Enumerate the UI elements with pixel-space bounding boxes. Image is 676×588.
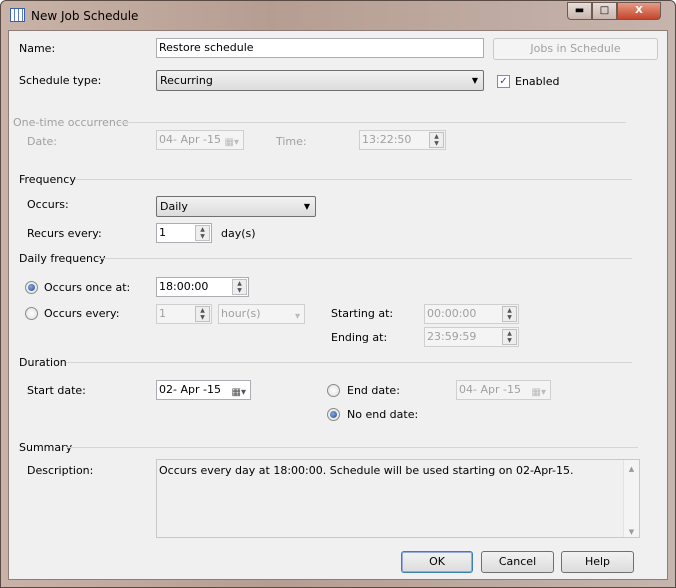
ending-at-label: Ending at: <box>331 331 388 344</box>
starting-at-label: Starting at: <box>331 307 394 320</box>
occurs-label: Occurs: <box>27 198 69 211</box>
one-time-date-value: 04- Apr -15 <box>159 133 221 146</box>
start-time-value: 00:00:00 <box>427 307 477 320</box>
every-unit-select[interactable]: hour(s) ▾ <box>218 304 305 324</box>
every-value: 1 <box>159 307 166 320</box>
jobs-in-schedule-button[interactable]: Jobs in Schedule <box>493 38 658 60</box>
divider <box>67 447 638 448</box>
help-button[interactable]: Help <box>561 551 634 573</box>
occurs-every-spinner[interactable]: 1 ▲ ▼ <box>156 304 212 324</box>
occurs-once-label: Occurs once at: <box>44 281 131 294</box>
calendar-dropdown-icon: ▦▾ <box>224 137 239 148</box>
spinner-arrows-icon[interactable]: ▲ ▼ <box>195 225 210 241</box>
recurs-every-spinner[interactable]: 1 ▲ ▼ <box>156 223 212 243</box>
description-scrollbar[interactable]: ▲ ▼ <box>623 460 639 537</box>
occurs-every-label: Occurs every: <box>44 307 120 320</box>
start-date-label: Start date: <box>27 384 86 397</box>
one-time-date-picker[interactable]: 04- Apr -15 ▦▾ <box>156 130 244 150</box>
divider <box>97 258 632 259</box>
ending-at-spinner[interactable]: 23:59:59 ▲ ▼ <box>424 327 519 347</box>
daily-frequency-header: Daily frequency <box>19 252 106 265</box>
start-date-picker[interactable]: 02- Apr -15 ▦▾ <box>156 380 251 400</box>
date-label: Date: <box>27 135 57 148</box>
end-date-picker[interactable]: 04- Apr -15 ▦▾ <box>456 380 551 400</box>
time-label: Time: <box>276 135 307 148</box>
end-time-value: 23:59:59 <box>427 330 477 343</box>
recurs-every-label: Recurs every: <box>27 227 102 240</box>
window-title: New Job Schedule <box>31 9 139 23</box>
name-label: Name: <box>19 42 56 55</box>
summary-header: Summary <box>19 441 73 454</box>
minimize-button[interactable]: ▬ <box>567 2 592 20</box>
ok-button[interactable]: OK <box>401 551 473 573</box>
spinner-arrows-icon[interactable]: ▲ ▼ <box>232 279 247 295</box>
close-button[interactable]: X <box>617 2 661 20</box>
chevron-down-icon: ▼ <box>471 76 478 85</box>
description-text: Occurs every day at 18:00:00. Schedule w… <box>159 464 574 477</box>
schedule-type-select[interactable]: Recurring ▼ <box>156 70 484 91</box>
maximize-button[interactable]: □ <box>592 2 617 20</box>
divider <box>75 179 632 180</box>
calendar-dropdown-icon[interactable]: ▦▾ <box>232 384 246 402</box>
spinner-arrows-icon[interactable]: ▲ ▼ <box>195 306 210 322</box>
one-time-time-value: 13:22:50 <box>362 133 412 146</box>
occurs-once-radio[interactable] <box>25 281 38 294</box>
divider <box>66 362 632 363</box>
schedule-type-label: Schedule type: <box>19 74 102 87</box>
every-unit-value: hour(s) <box>221 307 261 320</box>
one-time-time-spinner[interactable]: 13:22:50 ▲ ▼ <box>359 130 446 150</box>
occurs-every-radio[interactable] <box>25 307 38 320</box>
no-end-date-label: No end date: <box>347 408 419 421</box>
duration-header: Duration <box>19 356 67 369</box>
divider <box>118 122 626 123</box>
chevron-down-icon: ▾ <box>294 311 300 322</box>
description-label: Description: <box>27 464 94 477</box>
name-input[interactable]: Restore schedule <box>156 38 484 58</box>
enabled-label: Enabled <box>515 75 560 88</box>
no-end-date-radio[interactable] <box>327 408 340 421</box>
chevron-down-icon: ▼ <box>303 202 310 211</box>
spinner-arrows-icon[interactable]: ▲ ▼ <box>502 329 517 345</box>
starting-at-spinner[interactable]: 00:00:00 ▲ ▼ <box>424 304 519 324</box>
start-date-value: 02- Apr -15 <box>159 383 221 396</box>
end-date-radio[interactable] <box>327 384 340 397</box>
occurs-once-time-spinner[interactable]: 18:00:00 ▲ ▼ <box>156 277 249 297</box>
recurs-value: 1 <box>159 226 166 239</box>
schedule-type-value: Recurring <box>160 74 213 87</box>
frequency-header: Frequency <box>19 173 76 186</box>
enabled-checkbox[interactable]: ✓ <box>497 75 510 88</box>
calendar-dropdown-icon: ▦▾ <box>531 387 546 398</box>
recurs-unit-label: day(s) <box>221 227 256 240</box>
calendar-grid-icon <box>10 8 25 22</box>
spinner-arrows-icon[interactable]: ▲ ▼ <box>429 132 444 148</box>
occurs-select[interactable]: Daily ▼ <box>156 196 316 217</box>
occurs-value: Daily <box>160 200 188 213</box>
end-date-value: 04- Apr -15 <box>459 383 521 396</box>
once-time-value: 18:00:00 <box>159 280 209 293</box>
description-textarea[interactable]: Occurs every day at 18:00:00. Schedule w… <box>156 459 640 538</box>
end-date-label: End date: <box>347 384 400 397</box>
cancel-button[interactable]: Cancel <box>481 551 554 573</box>
one-time-header: One-time occurrence <box>13 116 129 129</box>
spinner-arrows-icon[interactable]: ▲ ▼ <box>502 306 517 322</box>
